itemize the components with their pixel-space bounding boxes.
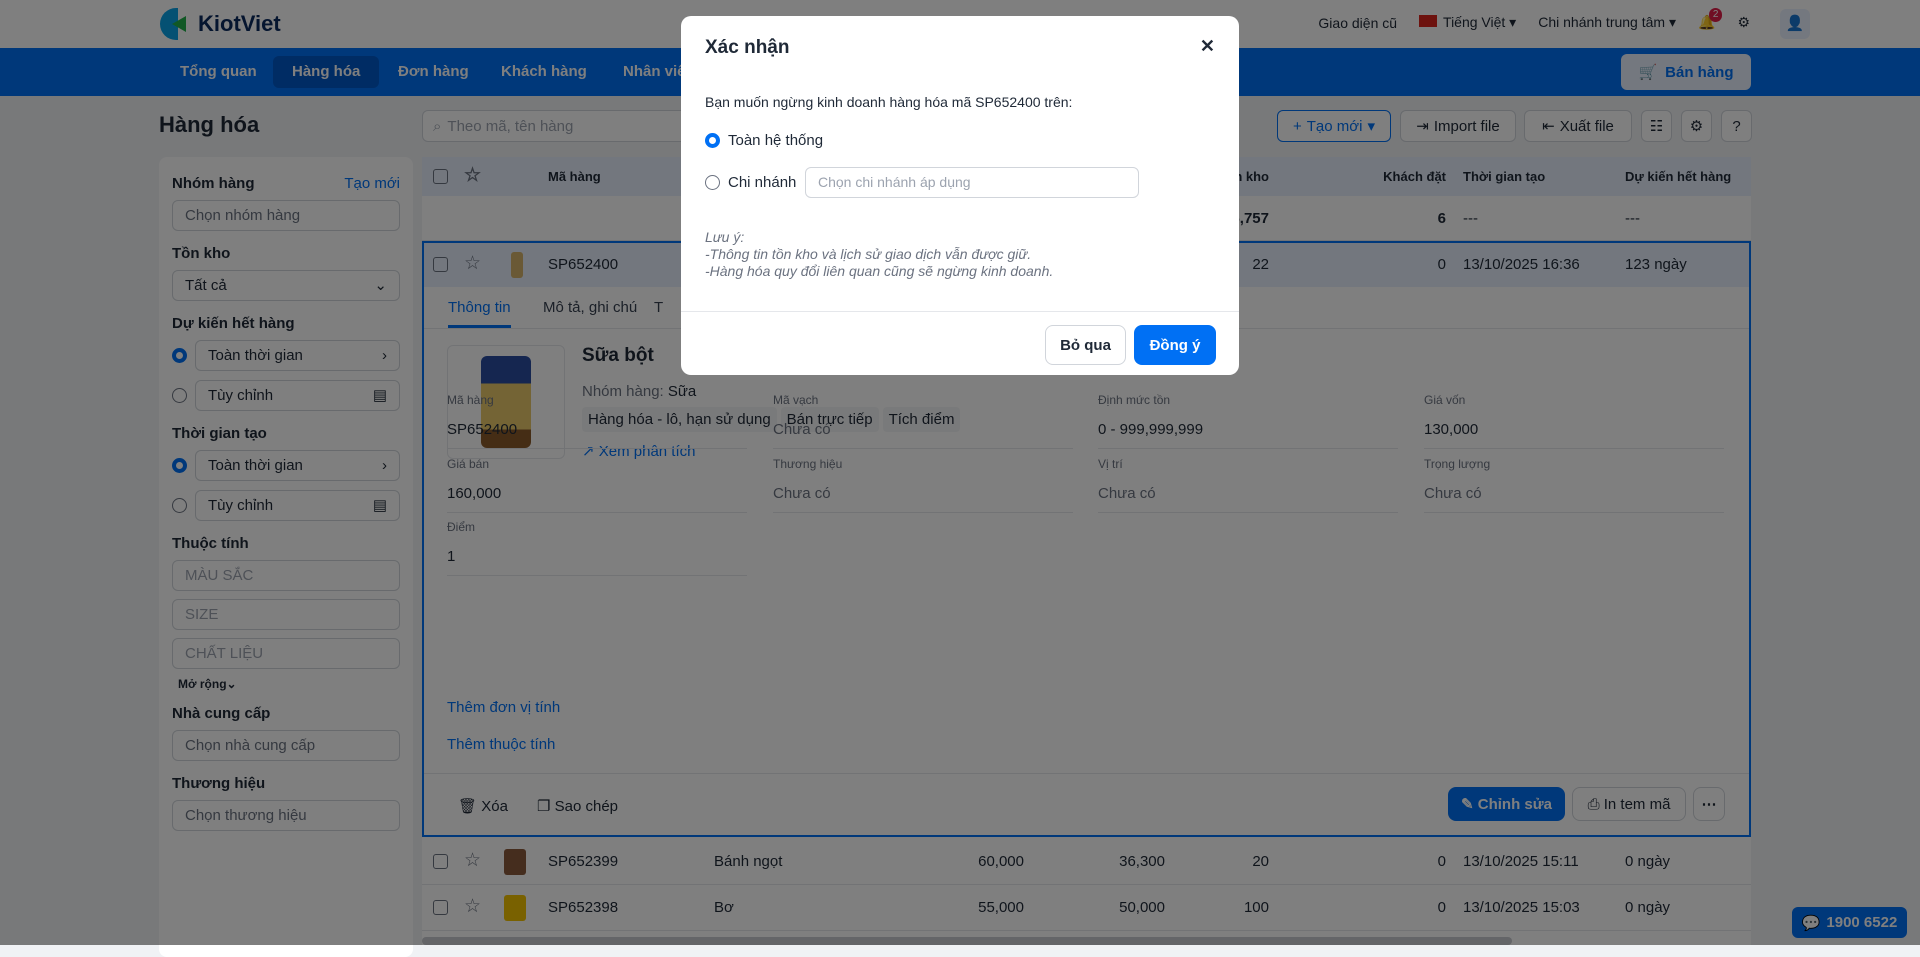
note-title: Lưu ý: <box>705 229 745 245</box>
dialog-title: Xác nhận <box>705 37 790 58</box>
dialog-question: Bạn muốn ngừng kinh doanh hàng hóa mã SP… <box>705 94 1073 110</box>
note-line: -Hàng hóa quy đổi liên quan cũng sẽ ngừn… <box>705 263 1054 279</box>
radio-all-system[interactable] <box>705 133 720 148</box>
cancel-button[interactable]: Bỏ qua <box>1045 325 1126 365</box>
divider <box>681 311 1239 312</box>
branch-input[interactable]: Chọn chi nhánh áp dụng <box>805 167 1139 198</box>
close-icon[interactable]: ✕ <box>1200 36 1215 57</box>
radio-branch[interactable] <box>705 175 720 190</box>
confirm-dialog: Xác nhận ✕ Bạn muốn ngừng kinh doanh hàn… <box>681 16 1239 375</box>
option-branch[interactable]: Chi nhánh <box>705 174 796 191</box>
note-line: -Thông tin tồn kho và lịch sử giao dịch … <box>705 246 1032 262</box>
option-all-system[interactable]: Toàn hệ thống <box>705 132 823 149</box>
dialog-note: Lưu ý: -Thông tin tồn kho và lịch sử gia… <box>705 229 1053 280</box>
confirm-button[interactable]: Đồng ý <box>1134 325 1216 365</box>
